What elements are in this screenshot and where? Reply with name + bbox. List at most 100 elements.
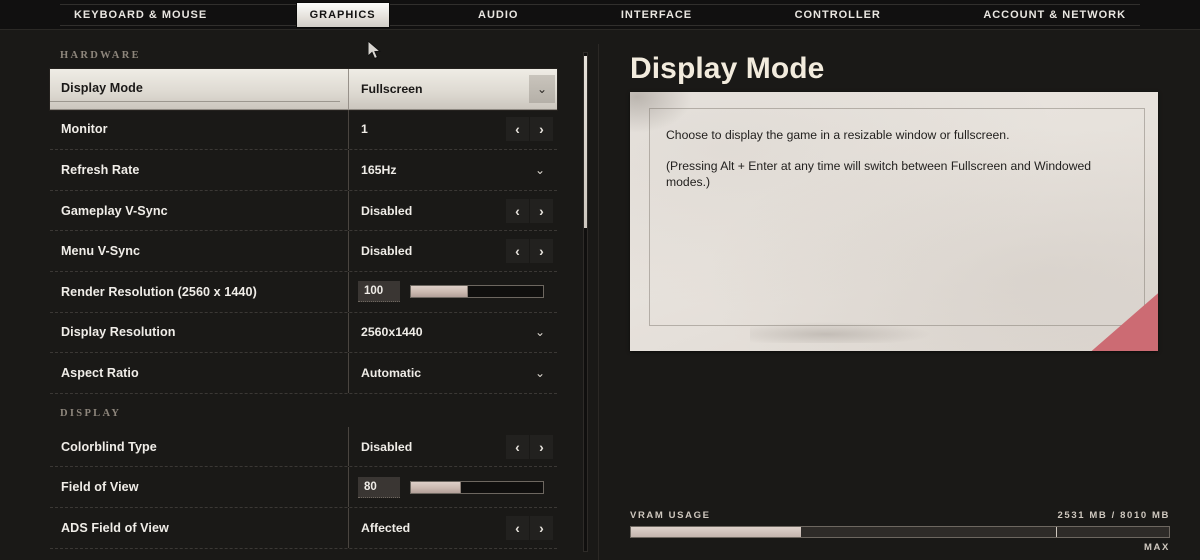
slider-fill-render-resolution-2560-x-1440 <box>411 286 468 298</box>
stepper-group-gameplay-v-sync: ‹ › <box>506 199 553 223</box>
section-header-hardware: HARDWARE <box>60 50 141 61</box>
chevron-down-icon[interactable]: ⌄ <box>529 74 555 103</box>
setting-row-ads-field-of-view[interactable]: ADS Field of View Affected ‹ › <box>50 507 557 549</box>
setting-row-render-resolution-2560-x-1440[interactable]: Render Resolution (2560 x 1440) 100 <box>50 271 557 313</box>
setting-control-field-of-view[interactable]: 80 <box>348 467 557 507</box>
preview-title: Display Mode <box>630 52 825 85</box>
scrollbar-thumb[interactable] <box>584 56 587 228</box>
slider-value-field-of-view: 80 <box>358 476 400 498</box>
setting-control-colorblind-type[interactable]: Disabled ‹ › <box>348 426 557 467</box>
setting-control-menu-v-sync[interactable]: Disabled ‹ › <box>348 231 557 271</box>
arrow-right-icon[interactable]: › <box>530 435 553 459</box>
slider-track-field-of-view[interactable] <box>410 480 544 494</box>
preview-description-line-2: (Pressing Alt + Enter at any time will s… <box>666 159 1092 189</box>
setting-row-colorblind-type[interactable]: Colorblind Type Disabled ‹ › <box>50 426 557 468</box>
arrow-left-icon[interactable]: ‹ <box>506 117 529 141</box>
setting-row-monitor[interactable]: Monitor 1 ‹ › <box>50 109 557 151</box>
vram-header: VRAM USAGE 2531 MB / 8010 MB <box>630 510 1170 521</box>
preview-description: Choose to display the game in a resizabl… <box>666 128 1124 190</box>
slider-fill-field-of-view <box>411 481 462 493</box>
arrow-left-icon[interactable]: ‹ <box>506 516 529 540</box>
settings-scrollbar[interactable] <box>583 52 588 552</box>
tab-keyboard-mouse[interactable]: KEYBOARD & MOUSE <box>60 2 221 28</box>
settings-list: HARDWARE Display Mode Fullscreen ⌄ Monitor 1 ‹… <box>0 36 575 560</box>
vram-max-label: MAX <box>1144 542 1170 553</box>
vram-usage-meter: VRAM USAGE 2531 MB / 8010 MB MAX <box>630 510 1170 553</box>
arrow-right-icon[interactable]: › <box>530 199 553 223</box>
setting-value-refresh-rate: 165Hz <box>361 162 397 177</box>
setting-row-display-mode[interactable]: Display Mode Fullscreen ⌄ <box>50 69 557 110</box>
settings-screen: KEYBOARD & MOUSE GRAPHICS AUDIO INTERFACE CO… <box>0 0 1200 560</box>
chevron-down-icon[interactable]: ⌄ <box>531 323 549 341</box>
tab-account-network[interactable]: ACCOUNT & NETWORK <box>969 2 1140 28</box>
setting-row-menu-v-sync[interactable]: Menu V-Sync Disabled ‹ › <box>50 231 557 272</box>
vram-readout: 2531 MB / 8010 MB <box>1057 510 1170 521</box>
setting-value-display-mode: Fullscreen <box>361 81 423 96</box>
setting-control-display-resolution[interactable]: 2560x1440 ⌄ <box>348 312 557 353</box>
stepper-group-monitor: ‹ › <box>506 117 553 141</box>
setting-control-display-mode[interactable]: Fullscreen ⌄ <box>348 69 557 109</box>
arrow-right-icon[interactable]: › <box>530 516 553 540</box>
stepper-group-menu-v-sync: ‹ › <box>506 239 553 263</box>
setting-row-refresh-rate[interactable]: Refresh Rate 165Hz ⌄ <box>50 150 557 191</box>
stepper-group-colorblind-type: ‹ › <box>506 435 553 459</box>
slider-value-render-resolution-2560-x-1440: 100 <box>358 281 400 303</box>
setting-value-display-resolution: 2560x1440 <box>361 325 423 340</box>
preview-description-line-1: Choose to display the game in a resizabl… <box>666 128 1010 142</box>
setting-row-display-resolution[interactable]: Display Resolution 2560x1440 ⌄ <box>50 312 557 354</box>
preview-paper-card: Choose to display the game in a resizabl… <box>630 92 1158 351</box>
setting-label-colorblind-type: Colorblind Type <box>61 439 157 454</box>
chevron-down-icon[interactable]: ⌄ <box>531 161 549 179</box>
setting-label-display-resolution: Display Resolution <box>61 325 176 340</box>
preview-panel: Display Mode Choose to display the game … <box>620 36 1180 560</box>
tab-graphics[interactable]: GRAPHICS <box>295 2 390 28</box>
arrow-right-icon[interactable]: › <box>530 117 553 141</box>
panel-divider <box>598 44 599 560</box>
setting-label-render-resolution-2560-x-1440: Render Resolution (2560 x 1440) <box>61 284 257 299</box>
setting-value-monitor: 1 <box>361 122 368 137</box>
setting-value-ads-field-of-view: Affected <box>361 520 411 535</box>
tab-audio[interactable]: AUDIO <box>464 2 532 28</box>
setting-label-ads-field-of-view: ADS Field of View <box>61 520 169 535</box>
arrow-left-icon[interactable]: ‹ <box>506 239 529 263</box>
tab-list: KEYBOARD & MOUSE GRAPHICS AUDIO INTERFACE CO… <box>60 2 1140 28</box>
section-header-display: DISPLAY <box>60 407 122 419</box>
setting-row-field-of-view[interactable]: Field of View 80 <box>50 467 557 508</box>
setting-label-monitor: Monitor <box>61 122 108 137</box>
stepper-group-ads-field-of-view: ‹ › <box>506 516 553 540</box>
settings-tab-bar: KEYBOARD & MOUSE GRAPHICS AUDIO INTERFACE CO… <box>0 0 1200 30</box>
slider-field-of-view[interactable]: 80 <box>358 476 554 498</box>
setting-control-aspect-ratio[interactable]: Automatic ⌄ <box>348 353 557 393</box>
chevron-down-icon[interactable]: ⌄ <box>531 364 549 382</box>
setting-label-menu-v-sync: Menu V-Sync <box>61 244 141 259</box>
setting-control-gameplay-v-sync[interactable]: Disabled ‹ › <box>348 190 557 231</box>
tab-interface[interactable]: INTERFACE <box>607 2 706 28</box>
slider-render-resolution-2560-x-1440[interactable]: 100 <box>358 281 554 303</box>
tab-spacer <box>706 2 780 28</box>
setting-label-field-of-view: Field of View <box>61 480 139 495</box>
setting-value-gameplay-v-sync: Disabled <box>361 203 413 218</box>
tab-spacer <box>895 2 969 28</box>
setting-row-gameplay-v-sync[interactable]: Gameplay V-Sync Disabled ‹ › <box>50 190 557 232</box>
setting-row-aspect-ratio[interactable]: Aspect Ratio Automatic ⌄ <box>50 353 557 394</box>
setting-control-render-resolution-2560-x-1440[interactable]: 100 <box>348 271 557 312</box>
vram-label: VRAM USAGE <box>630 510 711 521</box>
setting-value-aspect-ratio: Automatic <box>361 365 422 380</box>
setting-control-ads-field-of-view[interactable]: Affected ‹ › <box>348 507 557 548</box>
setting-control-monitor[interactable]: 1 ‹ › <box>348 109 557 150</box>
slider-track-render-resolution-2560-x-1440[interactable] <box>410 285 544 299</box>
tab-spacer <box>532 2 606 28</box>
vram-max-tick <box>1056 527 1058 537</box>
setting-control-refresh-rate[interactable]: 165Hz ⌄ <box>348 150 557 190</box>
tab-spacer <box>390 2 464 28</box>
arrow-left-icon[interactable]: ‹ <box>506 199 529 223</box>
setting-value-colorblind-type: Disabled <box>361 439 413 454</box>
setting-label-display-mode: Display Mode <box>50 76 340 102</box>
arrow-right-icon[interactable]: › <box>530 239 553 263</box>
tab-controller[interactable]: CONTROLLER <box>781 2 895 28</box>
vram-fill <box>631 527 801 537</box>
setting-label-aspect-ratio: Aspect Ratio <box>61 365 139 380</box>
setting-value-menu-v-sync: Disabled <box>361 244 413 259</box>
arrow-left-icon[interactable]: ‹ <box>506 435 529 459</box>
setting-label-refresh-rate: Refresh Rate <box>61 162 140 177</box>
